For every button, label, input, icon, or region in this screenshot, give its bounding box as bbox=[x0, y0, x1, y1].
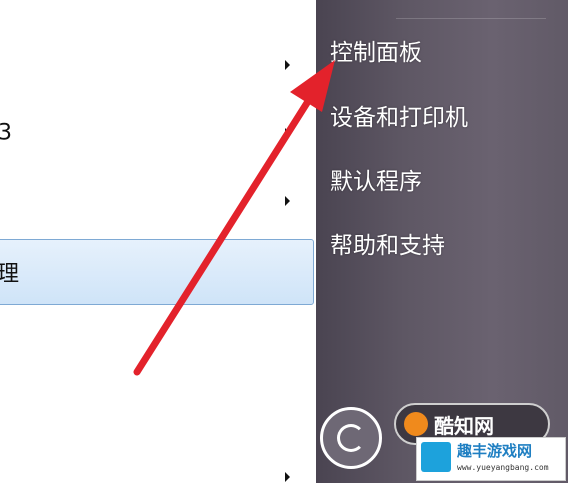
watermark-dot-icon bbox=[404, 412, 428, 436]
watermark-badge-text: 酷知网 bbox=[434, 414, 494, 438]
watermark-site-box: 趣丰游戏网 www.yueyangbang.com bbox=[416, 437, 566, 481]
watermark-site-url: www.yueyangbang.com bbox=[457, 463, 549, 472]
watermark-site-name: 趣丰游戏网 bbox=[457, 442, 533, 460]
house-icon bbox=[421, 442, 451, 472]
watermark: 酷知网 趣丰游戏网 www.yueyangbang.com bbox=[320, 395, 568, 483]
watermark-logo-icon bbox=[320, 407, 382, 469]
